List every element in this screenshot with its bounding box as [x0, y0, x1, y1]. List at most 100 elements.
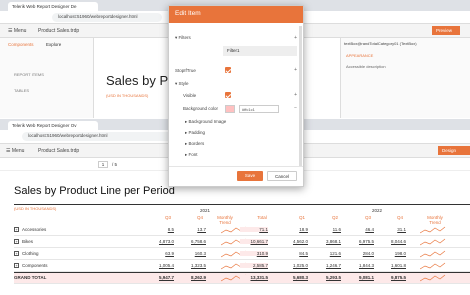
save-button[interactable]: Save: [237, 171, 263, 181]
expand-icon[interactable]: +: [14, 263, 19, 268]
row-label[interactable]: Bikes: [22, 239, 33, 244]
table-cell[interactable]: 1,025.0: [280, 263, 308, 268]
back-preview-button[interactable]: Preview: [432, 26, 460, 35]
design-button[interactable]: Design: [438, 146, 470, 155]
row-label[interactable]: Accessories: [22, 227, 46, 232]
col-header: Q3: [164, 215, 171, 220]
monthly-trend-sparkline: [420, 250, 446, 258]
expand-icon[interactable]: +: [14, 251, 19, 256]
font-section[interactable]: ▸ Font: [185, 152, 198, 158]
table-cell[interactable]: 3,868.1: [313, 239, 341, 244]
visible-add-icon[interactable]: +: [294, 92, 297, 98]
table-cell[interactable]: 5,293.5: [313, 275, 341, 280]
back-appearance[interactable]: APPEARANCE: [346, 53, 373, 58]
col-header: Q4: [196, 215, 203, 220]
table-cell[interactable]: 9,875.5: [378, 275, 406, 280]
table-cell[interactable]: 5,947.7: [146, 275, 174, 280]
table-cell[interactable]: 310.9: [240, 251, 268, 256]
cancel-button[interactable]: Cancel: [267, 171, 297, 181]
visible-label: Visible: [183, 93, 197, 98]
table-cell[interactable]: 63.9: [146, 251, 174, 256]
table-cell[interactable]: 2,585.7: [240, 263, 268, 268]
table-cell[interactable]: 121.6: [313, 251, 341, 256]
style-section[interactable]: ▾ Style: [175, 81, 189, 87]
table-cell[interactable]: 4,873.0: [146, 239, 174, 244]
report-header-line: [14, 204, 470, 205]
visible-checkbox[interactable]: [225, 92, 231, 98]
dialog-title: Edit Item: [169, 6, 303, 23]
table-cell[interactable]: 1,246.7: [313, 263, 341, 268]
bg-color-swatch[interactable]: [225, 105, 235, 113]
borders-section[interactable]: ▸ Borders: [185, 141, 204, 147]
table-cell[interactable]: 4,562.0: [280, 239, 308, 244]
filter1-field[interactable]: Filter1: [223, 46, 297, 56]
table-cell[interactable]: 284.0: [346, 251, 374, 256]
padding-section[interactable]: ▸ Padding: [185, 130, 205, 136]
table-cell[interactable]: 84.5: [280, 251, 308, 256]
bg-color-input[interactable]: #ffc1c1: [239, 105, 279, 113]
back-menu-button[interactable]: ☰ Menu: [8, 28, 26, 34]
back-tab-components[interactable]: Components: [8, 42, 34, 47]
dialog-scrollbar[interactable]: [299, 26, 302, 166]
background-image-section[interactable]: ▸ Background Image: [185, 119, 226, 125]
table-cell[interactable]: 5,680.3: [280, 275, 308, 280]
table-cell[interactable]: 13.7: [178, 227, 206, 232]
back-report-items[interactable]: REPORT ITEMS: [14, 72, 44, 77]
viewer-menu-button[interactable]: ☰ Menu: [6, 148, 24, 154]
back-tables[interactable]: TABLES: [14, 88, 29, 93]
back-report-subtitle: (USD IN THOUSANDS): [106, 93, 149, 98]
year-2022: 2022: [372, 208, 383, 213]
page-number-input[interactable]: 1: [98, 161, 108, 168]
add-filter-icon[interactable]: +: [294, 35, 297, 41]
year-2021: 2021: [200, 208, 211, 213]
table-cell[interactable]: 6,975.5: [346, 239, 374, 244]
edit-item-dialog: Edit Item ▾ Filters + Filter1 StopIfTrue…: [168, 5, 304, 187]
table-cell[interactable]: 8,044.6: [378, 239, 406, 244]
table-cell[interactable]: 9,081.1: [346, 275, 374, 280]
stop-if-true-label: StopIfTrue: [175, 68, 196, 73]
monthly-trend-sparkline: [420, 226, 446, 234]
col-header: Q4: [396, 215, 403, 220]
table-cell[interactable]: 8,262.9: [178, 275, 206, 280]
table-cell[interactable]: 8.5: [146, 227, 174, 232]
table-cell[interactable]: 18.9: [280, 227, 308, 232]
expand-icon[interactable]: +: [14, 239, 19, 244]
back-left-panel: [0, 38, 94, 118]
row-label[interactable]: Components: [22, 263, 48, 268]
back-accessible-desc: Accessible description: [346, 64, 386, 69]
bg-color-remove-icon[interactable]: −: [294, 105, 297, 111]
table-cell[interactable]: 46.4: [346, 227, 374, 232]
expand-icon[interactable]: +: [14, 227, 19, 232]
table-cell[interactable]: 160.3: [178, 251, 206, 256]
stop-if-true-checkbox[interactable]: [225, 67, 231, 73]
col-header: Total: [257, 215, 267, 220]
table-cell[interactable]: 13,331.5: [240, 275, 268, 280]
col-header: Q2: [331, 215, 338, 220]
monthly-trend-sparkline: [420, 262, 446, 270]
table-cell[interactable]: 11.6: [313, 227, 341, 232]
table-cell[interactable]: 1,005.4: [146, 263, 174, 268]
table-cell[interactable]: 198.0: [378, 251, 406, 256]
monthly-trend-sparkline: [420, 238, 446, 246]
table-cell[interactable]: 1,844.3: [346, 263, 374, 268]
back-right-panel: [340, 38, 470, 118]
table-cell[interactable]: 71.1: [240, 227, 268, 232]
table-cell[interactable]: 31.1: [378, 227, 406, 232]
stop-if-true-add-icon[interactable]: +: [294, 67, 297, 73]
back-tab-explore[interactable]: Explore: [46, 42, 61, 47]
table-cell[interactable]: 6,758.6: [178, 239, 206, 244]
col-header: Q1: [298, 215, 305, 220]
row-label[interactable]: Clothing: [22, 251, 39, 256]
back-browser-tab[interactable]: Telerik Web Report Designer De: [8, 2, 98, 11]
page-total: / 5: [112, 162, 118, 167]
table-cell[interactable]: 1,601.8: [378, 263, 406, 268]
back-doc-name: Product Sales.trdp: [38, 28, 80, 34]
row-label: GRAND TOTAL: [14, 275, 47, 280]
filters-section[interactable]: ▾ Filters: [175, 35, 191, 41]
table-cell[interactable]: 10,661.7: [240, 239, 268, 244]
front-browser-tab[interactable]: Telerik Web Report Designer Ov: [8, 121, 98, 130]
dialog-footer: [169, 166, 303, 167]
col-header: Q3: [364, 215, 371, 220]
back-address-bar[interactable]: localhost:51960/webreportdesigner.html: [52, 13, 162, 22]
table-cell[interactable]: 1,323.5: [178, 263, 206, 268]
